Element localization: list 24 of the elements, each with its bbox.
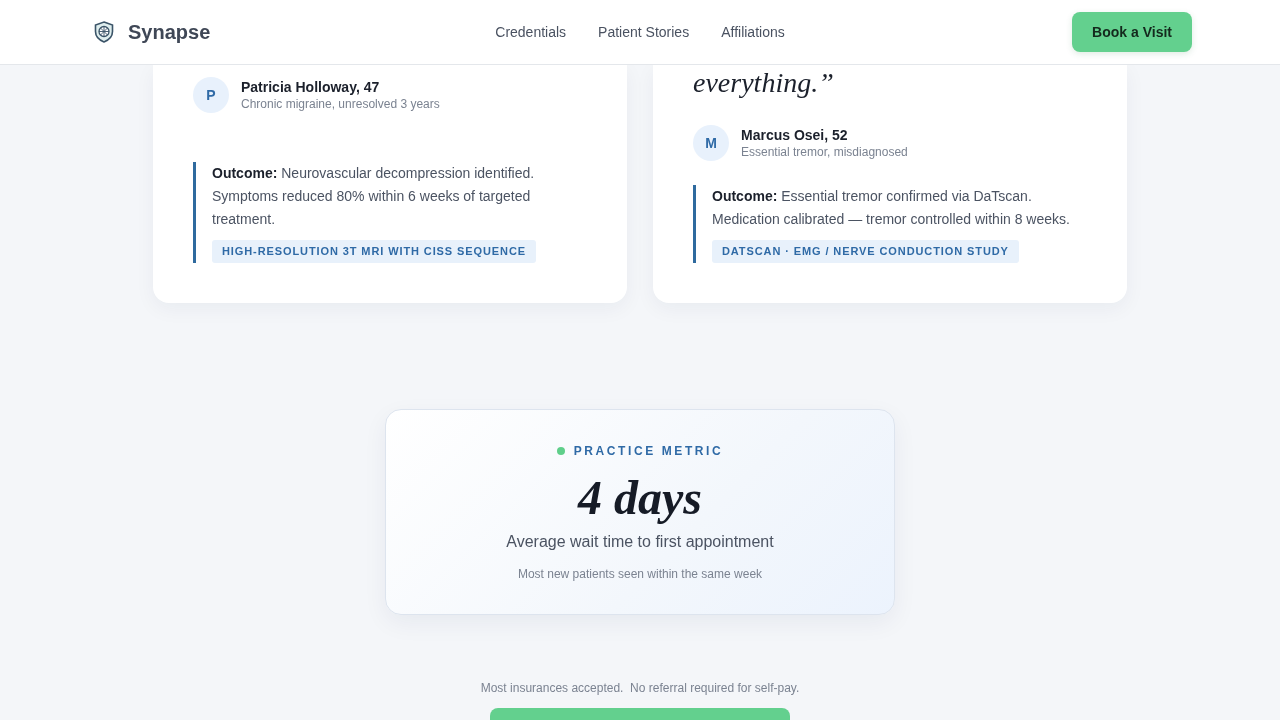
insurance-note: Most insurances accepted. No referral required for self-pay. <box>480 681 800 695</box>
patient-condition: Essential tremor, misdiagnosed <box>741 145 908 159</box>
shield-logo-icon <box>94 21 114 43</box>
patient-condition: Chronic migraine, unresolved 3 years <box>241 97 440 111</box>
metric-label: PRACTICE METRIC <box>573 443 724 459</box>
metric-caption: Average wait time to first appointment <box>506 532 774 552</box>
diagnostic-tag: HIGH-RESOLUTION 3T MRI WITH CISS SEQUENCE <box>212 240 536 263</box>
metric-value: 4 days <box>578 471 702 524</box>
brand-name: Synapse <box>128 20 211 44</box>
action-button[interactable] <box>490 708 790 720</box>
book-visit-button[interactable]: Book a Visit <box>1072 12 1192 52</box>
outcome-text: Outcome: Essential tremor confirmed via DaTscan. Medication calibrated — tremor controlled within 8 weeks. <box>712 187 1071 229</box>
avatar-initial: M <box>693 125 729 161</box>
avatar-initial: P <box>193 77 229 113</box>
quote-text: everything.” <box>693 66 835 100</box>
patient-name: Patricia Holloway, 47 <box>241 79 381 95</box>
status-dot-icon <box>556 447 565 455</box>
outcome-text: Outcome: Neurovascular decompression identified. Symptoms reduced 80% within 6 weeks of targeted treatment. <box>212 164 536 229</box>
diagnostic-tag: DATSCAN · EMG / NERVE CONDUCTION STUDY <box>712 240 1019 263</box>
nav-link[interactable]: Credentials <box>495 24 567 40</box>
nav-link[interactable]: Patient Stories <box>598 24 690 40</box>
patient-name: Marcus Osei, 52 <box>741 127 849 143</box>
nav-link[interactable]: Affiliations <box>721 24 785 40</box>
metric-note: Most new patients seen within the same week <box>517 567 763 581</box>
